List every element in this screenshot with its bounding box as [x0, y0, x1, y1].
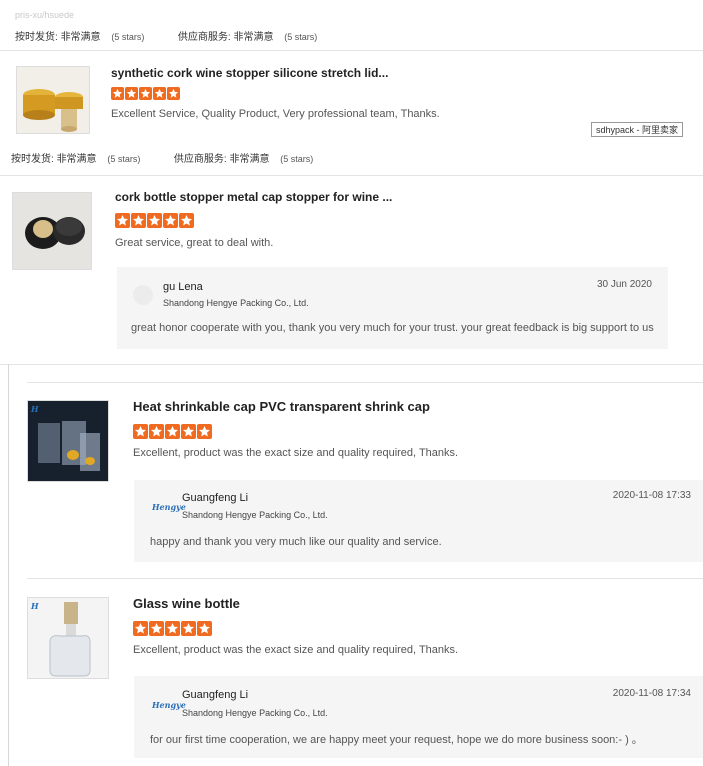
star-icon — [133, 621, 148, 636]
star-icon — [133, 424, 148, 439]
reply-text: for our first time cooperation, we are h… — [150, 734, 643, 746]
seller-reply: gu Lena Shandong Hengye Packing Co., Ltd… — [117, 267, 668, 349]
product-thumbnail[interactable] — [16, 66, 90, 134]
star-icon — [147, 213, 162, 228]
reply-text: great honor cooperate with you, thank yo… — [131, 322, 654, 334]
review-comment: Excellent, product was the exact size an… — [133, 447, 459, 459]
service-value: 非常满意 — [229, 154, 270, 165]
star-icon — [153, 87, 166, 100]
product-thumbnail[interactable]: H — [27, 400, 109, 482]
service-stars: (5 stars) — [280, 154, 314, 164]
cork-stopper-image-icon — [13, 193, 91, 269]
delivery-value: 非常满意 — [60, 32, 101, 43]
star-icon — [181, 621, 196, 636]
star-icon — [149, 621, 164, 636]
service-value: 非常满意 — [233, 32, 274, 43]
delivery-value: 非常满意 — [56, 154, 97, 165]
seller-reply: Hengye Guangfeng Li Shandong Hengye Pack… — [134, 676, 703, 758]
logo-watermark: H — [31, 601, 39, 611]
logo-watermark: H — [31, 404, 39, 414]
delivery-label: 按时发货: — [11, 154, 54, 165]
reply-date: 2020-11-08 17:33 — [612, 490, 691, 501]
service-stars: (5 stars) — [284, 32, 318, 42]
review-title[interactable]: Glass wine bottle — [133, 596, 240, 611]
product-thumbnail[interactable] — [12, 192, 92, 270]
star-icon — [197, 621, 212, 636]
star-icon — [139, 87, 152, 100]
service-label: 供应商服务: — [173, 154, 227, 165]
review-comment: Excellent, product was the exact size an… — [133, 644, 459, 656]
reply-author: gu Lena — [163, 281, 203, 293]
company-logo: Hengye — [152, 502, 186, 512]
shrink-cap-image-icon — [28, 401, 108, 481]
review-comment: Great service, great to deal with. — [115, 237, 274, 249]
star-icon — [163, 213, 178, 228]
star-icon — [165, 424, 180, 439]
reply-author: Guangfeng Li — [182, 689, 249, 701]
gold-cap-image-icon — [17, 67, 89, 133]
delivery-stars: (5 stars) — [107, 154, 141, 164]
reply-author: Guangfeng Li — [182, 492, 249, 504]
review-title[interactable]: synthetic cork wine stopper silicone str… — [111, 66, 388, 80]
star-rating — [115, 213, 194, 228]
reply-date: 30 Jun 2020 — [596, 279, 652, 290]
seller-reply: Hengye Guangfeng Li Shandong Hengye Pack… — [134, 480, 703, 562]
reply-company: Shandong Hengye Packing Co., Ltd. — [182, 510, 328, 520]
star-icon — [165, 621, 180, 636]
reply-text: happy and thank you very much like our q… — [150, 536, 442, 548]
reply-date: 2020-11-08 17:34 — [612, 688, 691, 699]
delivery-stars: (5 stars) — [111, 32, 145, 42]
rating-summary: 按时发货: 非常满意 (5 stars) 供应商服务: 非常满意 (5 star… — [15, 28, 317, 43]
star-icon — [111, 87, 124, 100]
delivery-label: 按时发货: — [15, 32, 58, 43]
star-rating — [133, 621, 212, 636]
star-icon — [197, 424, 212, 439]
avatar — [133, 285, 153, 305]
star-rating — [133, 424, 212, 439]
company-logo: Hengye — [152, 700, 186, 710]
blurred-username: pris-xu/hsuede — [15, 10, 75, 20]
star-rating — [111, 87, 180, 100]
star-icon — [181, 424, 196, 439]
review-title[interactable]: Heat shrinkable cap PVC transparent shri… — [133, 399, 430, 414]
review-title[interactable]: cork bottle stopper metal cap stopper fo… — [115, 190, 392, 204]
star-icon — [167, 87, 180, 100]
product-thumbnail[interactable]: H — [27, 597, 109, 679]
reply-company: Shandong Hengye Packing Co., Ltd. — [182, 708, 328, 718]
glass-bottle-image-icon — [28, 598, 108, 678]
star-icon — [115, 213, 130, 228]
star-icon — [179, 213, 194, 228]
star-icon — [125, 87, 138, 100]
star-icon — [131, 213, 146, 228]
review-comment: Excellent Service, Quality Product, Very… — [111, 108, 440, 120]
seller-tag: sdhypack - 阿里卖家 — [591, 122, 684, 137]
rating-summary: 按时发货: 非常满意 (5 stars) 供应商服务: 非常满意 (5 star… — [11, 150, 313, 165]
star-icon — [149, 424, 164, 439]
service-label: 供应商服务: — [177, 32, 231, 43]
reply-company: Shandong Hengye Packing Co., Ltd. — [163, 298, 309, 308]
